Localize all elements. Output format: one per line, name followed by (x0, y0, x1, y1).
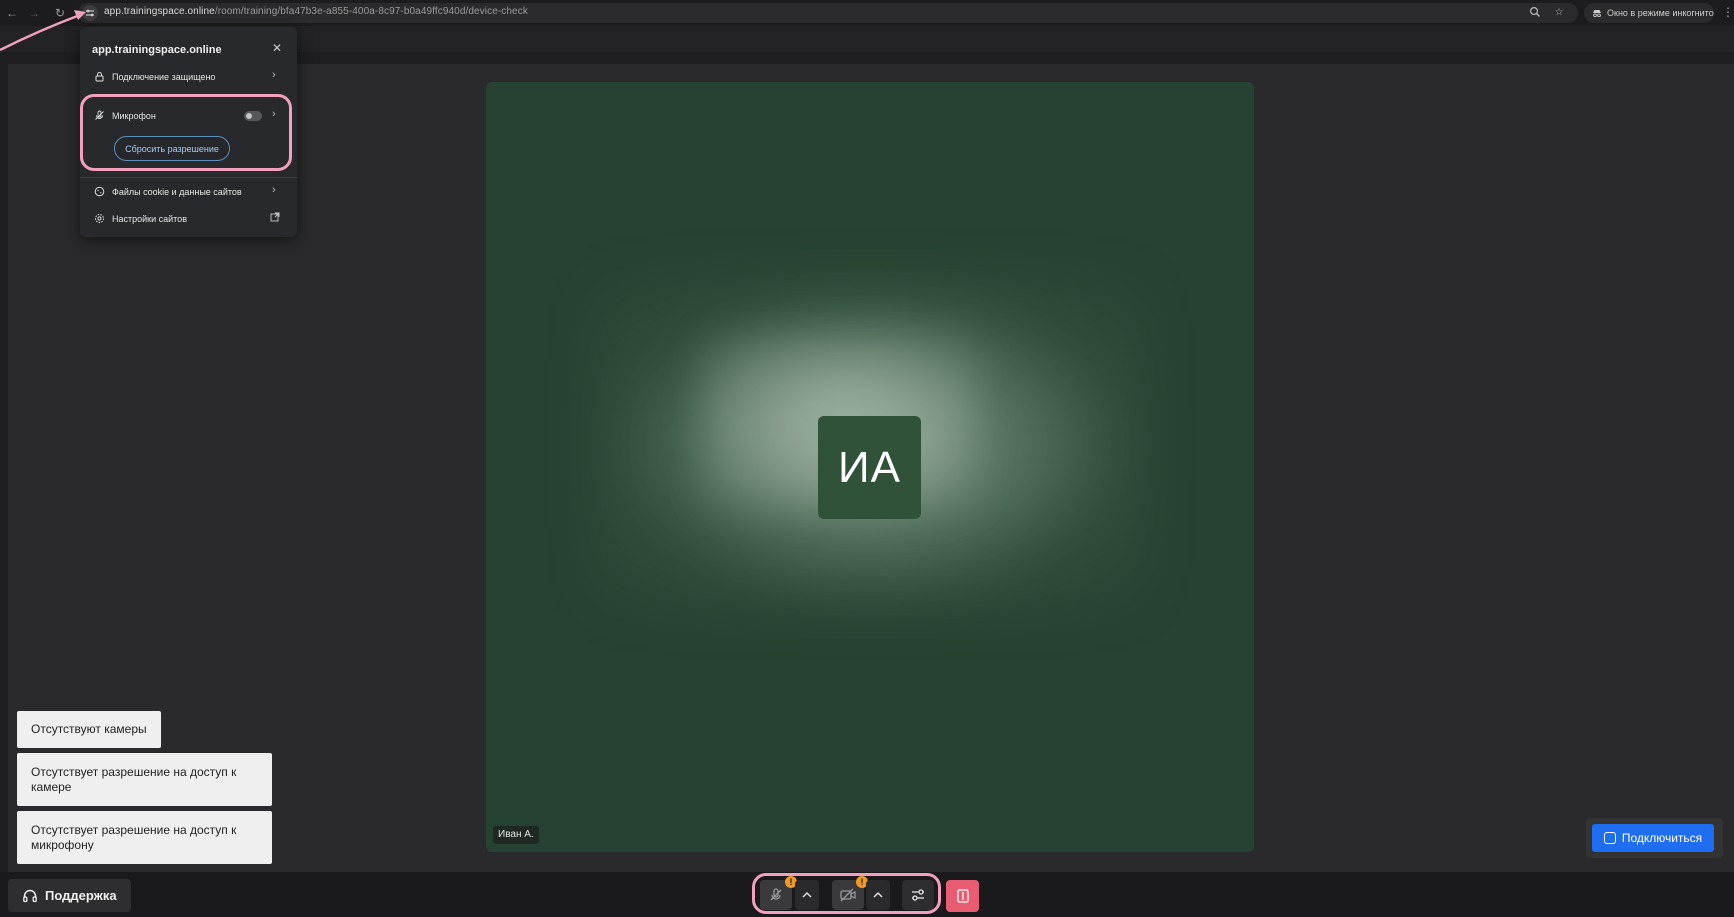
site-settings-label: Настройки сайтов (112, 214, 187, 224)
controls-highlight (752, 873, 941, 914)
close-icon[interactable]: ✕ (272, 41, 282, 55)
url-path: /room/training/bfa47b3e-a855-400a-8c97-b… (214, 6, 528, 17)
participant-name: Иван А. (493, 826, 539, 844)
avatar: ИА (818, 416, 921, 519)
cookies-row[interactable]: Файлы cookie и данные сайтов › (80, 182, 297, 202)
star-icon[interactable]: ☆ (1552, 6, 1566, 20)
kebab-icon[interactable]: ⋮ (1722, 4, 1734, 20)
connect-label: Подключиться (1621, 831, 1703, 845)
lock-icon (95, 72, 104, 82)
leave-button[interactable] (946, 880, 979, 912)
chevron-right-icon: › (272, 184, 276, 196)
chevron-right-icon: › (272, 69, 276, 81)
url-text: app.trainingspace.online/room/training/b… (104, 6, 528, 17)
cookies-label: Файлы cookie и данные сайтов (112, 187, 242, 197)
notice-no-mic-permission: Отсутствует разрешение на доступ к микро… (17, 811, 272, 864)
notice-no-cameras: Отсутствуют камеры (17, 711, 161, 748)
microphone-highlight (80, 94, 292, 171)
cookie-icon (94, 186, 105, 197)
gear-icon (95, 214, 104, 223)
popup-divider (80, 177, 297, 178)
popup-title: app.trainingspace.online (92, 44, 222, 56)
zoom-icon[interactable] (1528, 6, 1542, 20)
site-settings-row[interactable]: Настройки сайтов (80, 209, 297, 229)
incognito-indicator[interactable]: Окно в режиме инкогнито (1584, 3, 1714, 23)
support-label: Поддержка (45, 888, 117, 903)
browser-toolbar: ← → ↻ app.trainingspace.online/room/trai… (0, 0, 1734, 26)
leave-icon (956, 889, 969, 903)
connect-button[interactable]: Подключиться (1592, 824, 1714, 852)
incognito-icon (1593, 10, 1601, 17)
notice-no-camera-permission: Отсутствует разрешение на доступ к камер… (17, 753, 272, 806)
connection-label: Подключение защищено (112, 72, 216, 82)
connection-secure-row[interactable]: Подключение защищено › (80, 67, 297, 87)
pointer-arrow (0, 10, 86, 52)
external-link-icon (270, 212, 280, 222)
headset-icon (23, 889, 37, 902)
support-button[interactable]: Поддержка (8, 879, 131, 912)
url-host: app.trainingspace.online (104, 6, 215, 17)
enter-icon (1603, 832, 1616, 844)
address-bar[interactable]: app.trainingspace.online/room/training/b… (78, 3, 1578, 23)
incognito-label: Окно в режиме инкогнито (1607, 8, 1714, 18)
